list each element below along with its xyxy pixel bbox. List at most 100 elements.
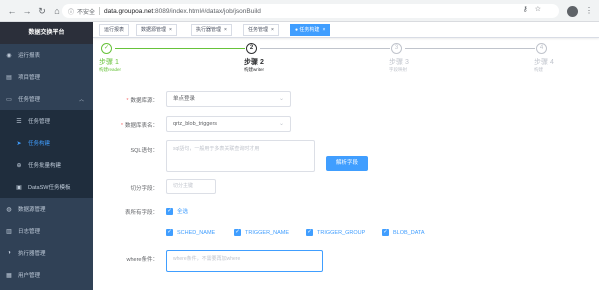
- close-icon[interactable]: ×: [271, 27, 274, 33]
- tag-label: 执行器管理: [196, 27, 222, 33]
- key-icon[interactable]: ⚷: [523, 5, 528, 13]
- template-icon: ▣: [16, 184, 22, 191]
- sidebar-item-label: 数据源管理: [18, 207, 46, 213]
- checkmark-icon: ✓: [382, 229, 389, 236]
- back-icon[interactable]: ←: [6, 5, 18, 17]
- datasource-select[interactable]: 单点登录 ⌄: [166, 91, 291, 107]
- select-all-checkbox[interactable]: ✓ 全选: [166, 207, 188, 215]
- sidebar-item-logs[interactable]: ▥ 日志管理: [0, 220, 93, 242]
- step-desc: 字段映射: [389, 67, 407, 72]
- sidebar-subitem-batch-build[interactable]: ⊕ 任务批量构建: [0, 154, 93, 176]
- sidebar-item-projects[interactable]: ▤ 项目管理: [0, 66, 93, 88]
- tags-view: 运行报表 数据源管理 × 执行器管理 × 任务管理 × ● 任务构建 ×: [93, 22, 599, 38]
- checkmark-icon: ✓: [166, 207, 173, 215]
- column-checkbox-sched-name[interactable]: ✓ SCHED_NAME: [166, 229, 215, 236]
- step-title: 步骤 1: [99, 59, 119, 66]
- reload-icon[interactable]: ↻: [36, 5, 48, 17]
- step-3-circle: 3: [391, 43, 402, 54]
- tag-executors[interactable]: 执行器管理 ×: [191, 24, 232, 36]
- step-connector: [260, 48, 390, 49]
- checkbox-label: SCHED_NAME: [177, 229, 216, 236]
- checkbox-label: 全选: [177, 209, 189, 215]
- tag-tasks[interactable]: 任务管理 ×: [243, 24, 279, 36]
- column-checkbox-blob-data[interactable]: ✓ BLOB_DATA: [382, 229, 425, 236]
- dashboard-icon: ◉: [6, 52, 12, 59]
- address-separator: [99, 7, 101, 15]
- column-checkbox-trigger-name[interactable]: ✓ TRIGGER_NAME: [234, 229, 289, 236]
- browser-toolbar: ← → ↻ ⌂ ⓘ 不安全 data.groupoa.net:8089/inde…: [0, 0, 599, 22]
- url-path: :8089/index.html#/datax/job/jsonBuild: [153, 7, 261, 15]
- step-title: 步骤 3: [389, 59, 409, 66]
- forward-icon[interactable]: →: [21, 5, 33, 17]
- split-field-input[interactable]: 切分主键: [166, 179, 216, 194]
- where-label: where条件：: [126, 257, 158, 263]
- step-desc: 构建reader: [99, 67, 122, 72]
- column-checkbox-trigger-group[interactable]: ✓ TRIGGER_GROUP: [306, 229, 365, 236]
- checkbox-label: TRIGGER_NAME: [245, 229, 290, 236]
- database-icon: ◍: [6, 206, 12, 213]
- steps: ✓ 步骤 1 构建reader 2 步骤 2 构建writer 3 步骤 3 字…: [93, 38, 599, 78]
- checkmark-icon: ✓: [166, 229, 173, 236]
- sidebar-item-label: 任务批量构建: [28, 163, 62, 169]
- close-icon[interactable]: ×: [322, 27, 325, 33]
- table-select[interactable]: qrtz_blob_triggers ⌄: [166, 116, 291, 132]
- label-text: 数据库表名：: [124, 123, 158, 129]
- sidebar-item-users[interactable]: ▦ 用户管理: [0, 264, 93, 286]
- sidebar: 数据交换平台 ◉ 运行报表 ▤ 项目管理 ▭ 任务管理 ︿ ☰ 任务管理 ➤ 任…: [0, 22, 93, 290]
- checkbox-label: BLOB_DATA: [393, 229, 425, 236]
- tag-datasource[interactable]: 数据源管理 ×: [136, 24, 177, 36]
- sidebar-item-label: 执行器管理: [18, 251, 46, 257]
- project-icon: ▤: [6, 74, 12, 81]
- menu-icon[interactable]: ⋮: [585, 4, 593, 18]
- url-text: data.groupoa.net:8089/index.html#/datax/…: [104, 8, 261, 15]
- where-textarea[interactable]: where条件，不需要再加where: [166, 250, 323, 272]
- sql-label: SQL语句：: [130, 148, 158, 154]
- label-text: 数据库源：: [130, 98, 158, 104]
- executor-icon: ◑: [7, 250, 11, 256]
- tag-label: 任务管理: [248, 27, 269, 33]
- select-value: qrtz_blob_triggers: [173, 121, 218, 127]
- step-1-check-icon: ✓: [101, 43, 112, 54]
- step-desc: 构建writer: [244, 67, 264, 72]
- sidebar-item-label: 日志管理: [18, 229, 41, 235]
- sidebar-item-label: DataSW任务模板: [28, 185, 71, 191]
- tag-label: 运行报表: [104, 27, 125, 33]
- tag-dashboard[interactable]: 运行报表: [99, 24, 130, 36]
- table-label: * 数据库表名：: [120, 123, 158, 129]
- info-icon[interactable]: ⓘ: [68, 7, 74, 16]
- address-bar[interactable]: ⓘ 不安全 data.groupoa.net:8089/index.html#/…: [62, 4, 559, 18]
- step-connector: [405, 48, 535, 49]
- sql-textarea[interactable]: sql語句，一般用于多表关联查询时才用: [166, 140, 315, 172]
- step-4-circle: 4: [536, 43, 547, 54]
- tag-task-build[interactable]: ● 任务构建 ×: [290, 24, 331, 36]
- step-2-circle: 2: [246, 43, 257, 54]
- sidebar-item-dashboard[interactable]: ◉ 运行报表: [0, 44, 93, 66]
- sidebar-item-label: 任务构建: [28, 141, 51, 147]
- step-connector: [115, 48, 245, 49]
- tag-label: 数据源管理: [141, 27, 167, 33]
- sidebar-item-label: 用户管理: [18, 273, 41, 279]
- insecure-label: 不安全: [77, 9, 96, 16]
- columns-label: 表所有字段：: [124, 210, 158, 216]
- user-icon: ▦: [6, 272, 12, 279]
- datasource-label: * 数据库源：: [126, 98, 158, 104]
- batch-icon: ⊕: [16, 162, 22, 169]
- profile-avatar-icon[interactable]: ●: [567, 5, 578, 17]
- sidebar-item-label: 任务管理: [28, 119, 51, 125]
- split-field-label: 切分字段：: [130, 186, 158, 192]
- step-title: 步骤 4: [534, 59, 554, 66]
- checkmark-icon: ✓: [306, 229, 313, 236]
- close-icon[interactable]: ×: [169, 27, 172, 33]
- parse-fields-button[interactable]: 解析字段: [326, 156, 368, 171]
- sidebar-item-label: 运行报表: [18, 53, 41, 59]
- checkmark-icon: ✓: [234, 229, 241, 236]
- task-icon: ▭: [6, 96, 12, 103]
- close-icon[interactable]: ×: [224, 27, 227, 33]
- step-desc: 构建: [534, 67, 543, 72]
- star-icon[interactable]: ☆: [535, 5, 541, 13]
- log-icon: ▥: [6, 228, 12, 235]
- send-icon: ➤: [16, 140, 22, 147]
- tag-label: 任务构建: [299, 27, 320, 33]
- sidebar-item-label: 项目管理: [18, 75, 41, 81]
- step-title: 步骤 2: [244, 59, 264, 66]
